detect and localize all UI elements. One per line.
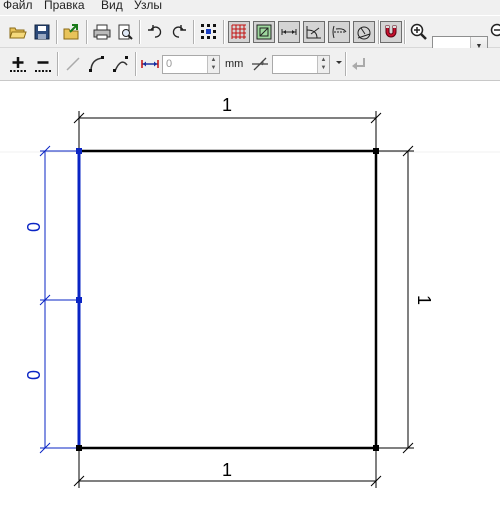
zoom-out-icon[interactable] (489, 21, 500, 43)
print-preview-icon[interactable] (114, 21, 136, 43)
separator (56, 20, 58, 44)
square-outline[interactable] (79, 149, 378, 450)
zoom-in-icon[interactable] (408, 21, 430, 43)
separator (139, 20, 141, 44)
nodes-select-icon[interactable] (198, 21, 220, 43)
print-icon[interactable] (91, 21, 113, 43)
arc-segment-icon[interactable] (86, 53, 108, 75)
separator (135, 52, 137, 76)
angle-icon (249, 53, 271, 75)
menu-nodes[interactable]: Узлы (134, 0, 162, 12)
length-unit: mm (225, 58, 244, 70)
angle-dimension-icon[interactable] (303, 21, 325, 43)
dimension-right[interactable] (379, 145, 414, 454)
main-toolbar: ▼ (0, 16, 500, 57)
node-left-middle[interactable] (76, 297, 82, 303)
arc-dimension-icon[interactable] (353, 21, 375, 43)
menu-file[interactable]: Файл (3, 0, 33, 12)
dimension-left-lower-label: 0 (24, 370, 44, 380)
save-icon[interactable] (31, 21, 53, 43)
remove-node-icon[interactable] (32, 53, 54, 75)
separator (404, 20, 406, 44)
drawing-canvas[interactable]: 1 1 1 0 0 (0, 81, 500, 518)
dimension-bottom-label: 1 (222, 460, 232, 480)
small-arrow-icon[interactable] (334, 53, 344, 75)
dimension-right-label: 1 (414, 295, 434, 305)
dimension-top[interactable] (73, 111, 382, 149)
snap-grid-icon[interactable] (253, 21, 275, 43)
line-segment-icon[interactable] (62, 53, 84, 75)
length-spinner-arrows[interactable]: ▲ ▼ (207, 56, 219, 73)
separator (223, 20, 225, 44)
open-icon[interactable] (7, 21, 29, 43)
length-value: 0 (166, 58, 173, 70)
dimension-top-label: 1 (222, 95, 232, 115)
separator (86, 20, 88, 44)
export-icon[interactable] (61, 21, 83, 43)
node-top-right[interactable] (373, 148, 379, 154)
angle-input[interactable]: ▲ ▼ (272, 55, 330, 74)
add-node-icon[interactable] (7, 53, 29, 75)
menu-view[interactable]: Вид (101, 0, 123, 12)
node-bottom-right[interactable] (373, 445, 379, 451)
magnet-icon[interactable] (380, 21, 402, 43)
separator (193, 20, 195, 44)
redo-icon[interactable] (168, 21, 190, 43)
node-bottom-left[interactable] (76, 445, 82, 451)
angle-spinner-arrows[interactable]: ▲ ▼ (317, 56, 329, 73)
menu-edit[interactable]: Правка (44, 0, 85, 12)
length-input[interactable]: 0 ▲ ▼ (162, 55, 220, 74)
length-icon (139, 53, 161, 75)
radius-dimension-icon[interactable] (328, 21, 350, 43)
separator (57, 52, 59, 76)
edit-toolbar: 0 ▲ ▼ mm ▲ ▼ (0, 48, 500, 81)
menu-bar: Файл Правка Вид Узлы (0, 0, 500, 15)
undo-icon[interactable] (144, 21, 166, 43)
apply-enter-icon[interactable] (348, 53, 370, 75)
node-top-left[interactable] (76, 148, 82, 154)
curve-segment-icon[interactable] (110, 53, 132, 75)
dimension-left[interactable] (39, 145, 76, 454)
grid-toggle-icon[interactable] (228, 21, 250, 43)
separator (345, 52, 347, 76)
horizontal-dimension-icon[interactable] (278, 21, 300, 43)
dimension-left-upper-label: 0 (24, 222, 44, 232)
